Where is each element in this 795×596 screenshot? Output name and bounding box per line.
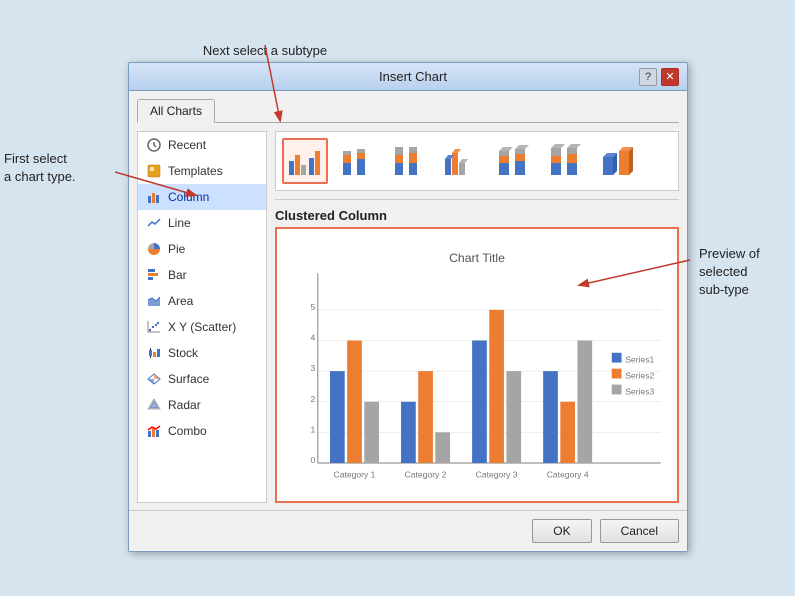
help-button[interactable]: ?	[639, 68, 657, 86]
chart-type-line[interactable]: Line	[138, 210, 266, 236]
combo-icon	[146, 423, 162, 439]
subtype-separator	[275, 199, 679, 200]
subtype-3d-column[interactable]	[594, 138, 640, 184]
subtype-stacked100[interactable]	[386, 138, 432, 184]
radar-icon	[146, 397, 162, 413]
stock-label: Stock	[168, 346, 198, 360]
chart-type-column[interactable]: Column	[138, 184, 266, 210]
svg-text:Category 1: Category 1	[334, 470, 376, 480]
chart-type-recent[interactable]: Recent	[138, 132, 266, 158]
subtype-clustered[interactable]	[282, 138, 328, 184]
recent-label: Recent	[168, 138, 206, 152]
subtype-stacked[interactable]	[334, 138, 380, 184]
preview-box: Chart Title 0 1 2 3 4 5	[275, 227, 679, 503]
titlebar-controls: ? ✕	[639, 68, 679, 86]
column-label: Column	[168, 190, 209, 204]
insert-chart-dialog: Insert Chart ? ✕ All Charts Recent	[128, 62, 688, 552]
dialog-title: Insert Chart	[187, 69, 639, 84]
combo-label: Combo	[168, 424, 207, 438]
pie-label: Pie	[168, 242, 185, 256]
chart-type-templates[interactable]: Templates	[138, 158, 266, 184]
dialog-body: All Charts Recent Templates	[129, 91, 687, 551]
column-icon	[146, 189, 162, 205]
radar-label: Radar	[168, 398, 201, 412]
ok-button[interactable]: OK	[532, 519, 591, 543]
chart-type-surface[interactable]: Surface	[138, 366, 266, 392]
svg-text:2: 2	[311, 394, 316, 404]
chart-type-radar[interactable]: Radar	[138, 392, 266, 418]
chart-type-list: Recent Templates	[137, 131, 267, 503]
pie-icon	[146, 241, 162, 257]
close-button[interactable]: ✕	[661, 68, 679, 86]
xy-icon	[146, 319, 162, 335]
svg-text:Category 4: Category 4	[547, 470, 589, 480]
tab-all-charts[interactable]: All Charts	[137, 99, 215, 123]
svg-text:4: 4	[311, 333, 316, 343]
subtype-3d-stacked100[interactable]	[542, 138, 588, 184]
chart-type-stock[interactable]: Stock	[138, 340, 266, 366]
svg-text:0: 0	[311, 455, 316, 465]
svg-text:Series2: Series2	[625, 370, 654, 380]
svg-text:5: 5	[311, 302, 316, 312]
subtype-row	[275, 131, 679, 191]
templates-icon	[146, 163, 162, 179]
annotation-preview: Preview ofselectedsub-type	[699, 245, 789, 300]
dialog-footer: OK Cancel	[129, 510, 687, 551]
line-label: Line	[168, 216, 191, 230]
chart-type-combo[interactable]: Combo	[138, 418, 266, 444]
chart-preview-svg: Chart Title 0 1 2 3 4 5	[281, 233, 673, 497]
area-label: Area	[168, 294, 193, 308]
bar-label: Bar	[168, 268, 187, 282]
preview-label: Clustered Column	[275, 208, 679, 223]
svg-text:Category 2: Category 2	[405, 470, 447, 480]
chart-type-area[interactable]: Area	[138, 288, 266, 314]
chart-type-pie[interactable]: Pie	[138, 236, 266, 262]
recent-icon	[146, 137, 162, 153]
tab-strip: All Charts	[137, 99, 679, 123]
xy-label: X Y (Scatter)	[168, 320, 236, 334]
area-icon	[146, 293, 162, 309]
svg-text:1: 1	[311, 424, 316, 434]
chart-type-xy[interactable]: X Y (Scatter)	[138, 314, 266, 340]
svg-text:3: 3	[311, 363, 316, 373]
right-panel: Clustered Column Chart Title 0 1 2 3 4 5	[275, 131, 679, 503]
surface-icon	[146, 371, 162, 387]
svg-text:Series3: Series3	[625, 386, 654, 396]
line-icon	[146, 215, 162, 231]
svg-text:Category 3: Category 3	[476, 470, 518, 480]
svg-text:Chart Title: Chart Title	[449, 251, 505, 265]
cancel-button[interactable]: Cancel	[600, 519, 679, 543]
surface-label: Surface	[168, 372, 209, 386]
subtype-3d-stacked[interactable]	[490, 138, 536, 184]
templates-label: Templates	[168, 164, 223, 178]
preview-area: Clustered Column Chart Title 0 1 2 3 4 5	[275, 208, 679, 503]
annotation-first-select: First selecta chart type.	[4, 150, 114, 186]
svg-text:Series1: Series1	[625, 355, 654, 365]
stock-icon	[146, 345, 162, 361]
bar-icon	[146, 267, 162, 283]
chart-type-bar[interactable]: Bar	[138, 262, 266, 288]
dialog-titlebar: Insert Chart ? ✕	[129, 63, 687, 91]
main-content: Recent Templates	[137, 131, 679, 503]
subtype-3d-clustered[interactable]	[438, 138, 484, 184]
